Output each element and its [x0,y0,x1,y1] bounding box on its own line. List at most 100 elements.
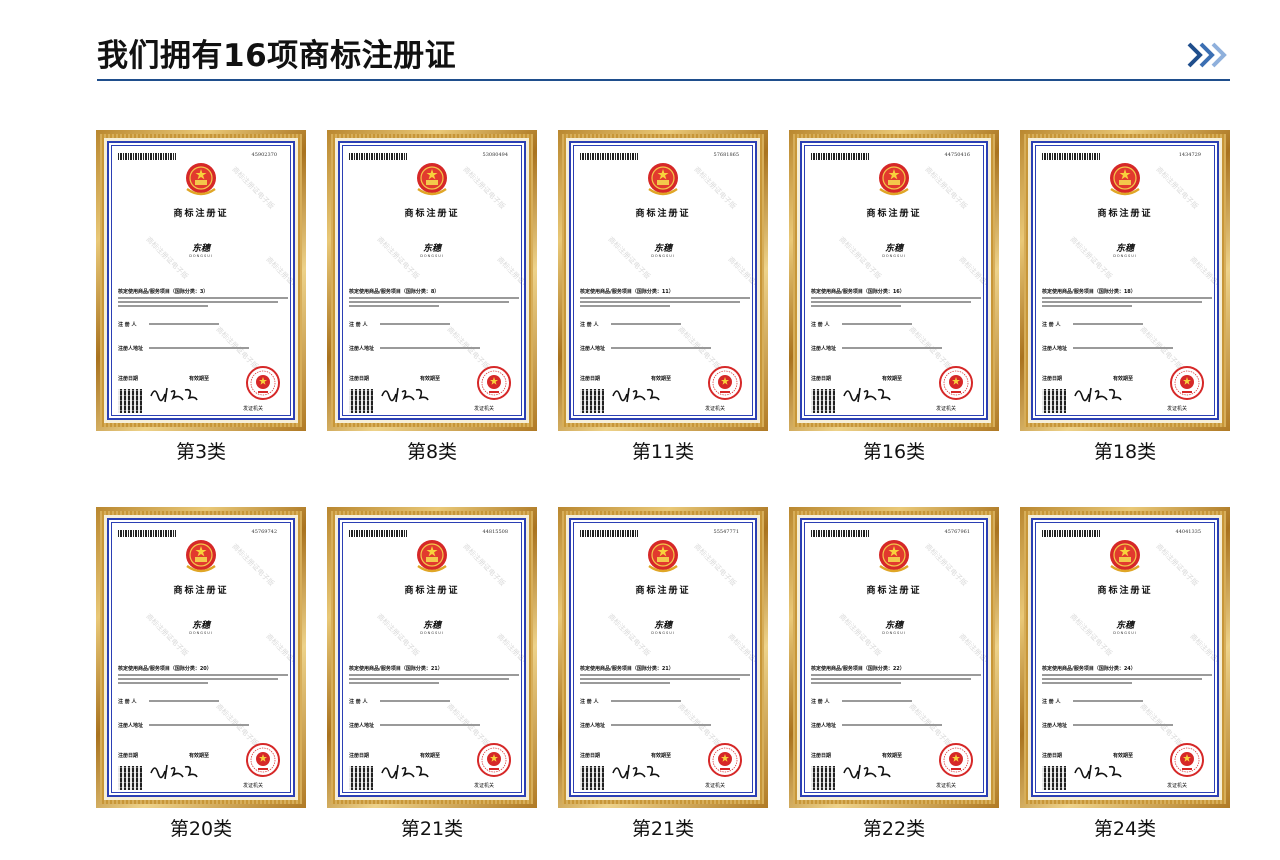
qr-code [1042,389,1066,413]
issuer-label: 发证机关 [935,783,956,789]
registrant-value [149,323,219,325]
certificate-caption: 第3类 [175,441,227,463]
goods-text-line [811,678,971,680]
barcode [1042,530,1100,537]
goods-text-line [1042,297,1212,299]
gold-frame: 45767961 商标注册证 东穗 DONGSUI 核定使用商品/服务项目（国际… [789,507,999,808]
address-label: 注册人地址 [811,723,837,729]
trademark-brand-latin: DONGSUI [882,631,906,635]
registrant-label: 注 册 人 [1042,322,1061,328]
barcode [580,530,638,537]
trademark-brand: 东穗 [422,244,441,254]
signature-icon [381,387,429,403]
trademark-brand: 东穗 [653,244,672,254]
goods-class-text: 核定使用商品/服务项目（国际分类：24） [1042,666,1136,672]
national-emblem-icon [1110,540,1140,573]
trademark-brand: 东穗 [884,244,903,254]
validity-label: 有效期至 [1113,753,1134,759]
gold-frame: 45769742 商标注册证 东穗 DONGSUI 核定使用商品/服务项目（国际… [96,507,306,808]
goods-text-line [811,682,901,684]
trademark-certificate: 53080494 商标注册证 东穗 DONGSUI 核定使用商品/服务项目（国际… [338,141,526,420]
signature-icon [381,764,429,780]
national-emblem-icon [879,540,909,573]
registrant-value [611,323,681,325]
registrant-value [1073,700,1143,702]
validity-label: 有效期至 [420,753,441,759]
official-seal-icon [1170,743,1204,777]
signature-icon [612,764,660,780]
barcode [118,153,176,160]
qr-code [1042,766,1066,790]
goods-text-line [118,297,288,299]
qr-code [118,389,142,413]
qr-code [118,766,142,790]
national-emblem-icon [417,163,447,196]
gold-frame: 57681865 商标注册证 东穗 DONGSUI 核定使用商品/服务项目（国际… [558,130,768,431]
barcode [1042,153,1100,160]
registrant-label: 注 册 人 [811,699,830,705]
watermark: 商标注册证电子版 [726,255,757,301]
national-emblem-icon [648,540,678,573]
double-chevron-right-icon[interactable] [1186,42,1230,68]
issuer-label: 发证机关 [704,406,725,412]
trademark-certificate: 1434729 商标注册证 东穗 DONGSUI 核定使用商品/服务项目（国际分… [1031,141,1219,420]
validity-label: 有效期至 [651,753,672,759]
trademark-certificate: 44750416 商标注册证 东穗 DONGSUI 核定使用商品/服务项目（国际… [800,141,988,420]
validity-label: 有效期至 [882,376,903,382]
watermark: 商标注册证电子版 [923,165,969,211]
issuer-label: 发证机关 [935,406,956,412]
national-emblem-icon [186,163,216,196]
registrant-label: 注 册 人 [1042,699,1061,705]
national-emblem-icon [648,163,678,196]
address-label: 注册人地址 [811,346,837,352]
goods-text-line [118,305,208,307]
registrant-label: 注 册 人 [118,699,137,705]
trademark-brand: 东穗 [191,244,210,254]
goods-text-line [811,297,981,299]
watermark: 商标注册证电子版 [264,255,295,301]
date-label: 注册日期 [580,376,601,382]
watermark: 商标注册证电子版 [230,165,276,211]
signature-icon [150,387,198,403]
goods-text-line [1042,305,1132,307]
address-label: 注册人地址 [1042,346,1068,352]
watermark: 商标注册证电子版 [1188,632,1219,678]
trademark-certificate: 57681865 商标注册证 东穗 DONGSUI 核定使用商品/服务项目（国际… [569,141,757,420]
goods-text-line [580,301,740,303]
official-seal-icon [477,366,511,400]
trademark-brand: 东穗 [191,621,210,631]
watermark: 商标注册证电子版 [957,255,988,301]
issuer-label: 发证机关 [704,783,725,789]
registration-number: 45902370 [251,152,277,158]
goods-text-line [118,678,278,680]
registrant-label: 注 册 人 [349,699,368,705]
address-label: 注册人地址 [580,346,606,352]
goods-text-line [580,297,750,299]
trademark-brand: 东穗 [1115,244,1134,254]
goods-text-line [349,305,439,307]
watermark: 商标注册证电子版 [461,542,507,588]
address-label: 注册人地址 [1042,723,1068,729]
trademark-brand-latin: DONGSUI [420,631,444,635]
official-seal-icon [708,743,742,777]
watermark: 商标注册证电子版 [692,542,738,588]
date-label: 注册日期 [349,753,370,759]
watermark: 商标注册证电子版 [692,165,738,211]
validity-label: 有效期至 [1113,376,1134,382]
registrant-label: 注 册 人 [580,699,599,705]
certificate-caption: 第8类 [406,441,458,463]
issuer-label: 发证机关 [1166,406,1187,412]
signature-icon [843,387,891,403]
date-label: 注册日期 [349,376,370,382]
gold-frame: 44750416 商标注册证 东穗 DONGSUI 核定使用商品/服务项目（国际… [789,130,999,431]
registration-number: 44041335 [1175,529,1201,535]
barcode [580,153,638,160]
registrant-value [149,700,219,702]
goods-text-line [580,674,750,676]
date-label: 注册日期 [811,753,832,759]
trademark-brand-latin: DONGSUI [420,254,444,258]
barcode [349,530,407,537]
trademark-brand-latin: DONGSUI [1113,254,1137,258]
trademark-brand: 东穗 [653,621,672,631]
certificate-caption: 第22类 [862,818,926,840]
